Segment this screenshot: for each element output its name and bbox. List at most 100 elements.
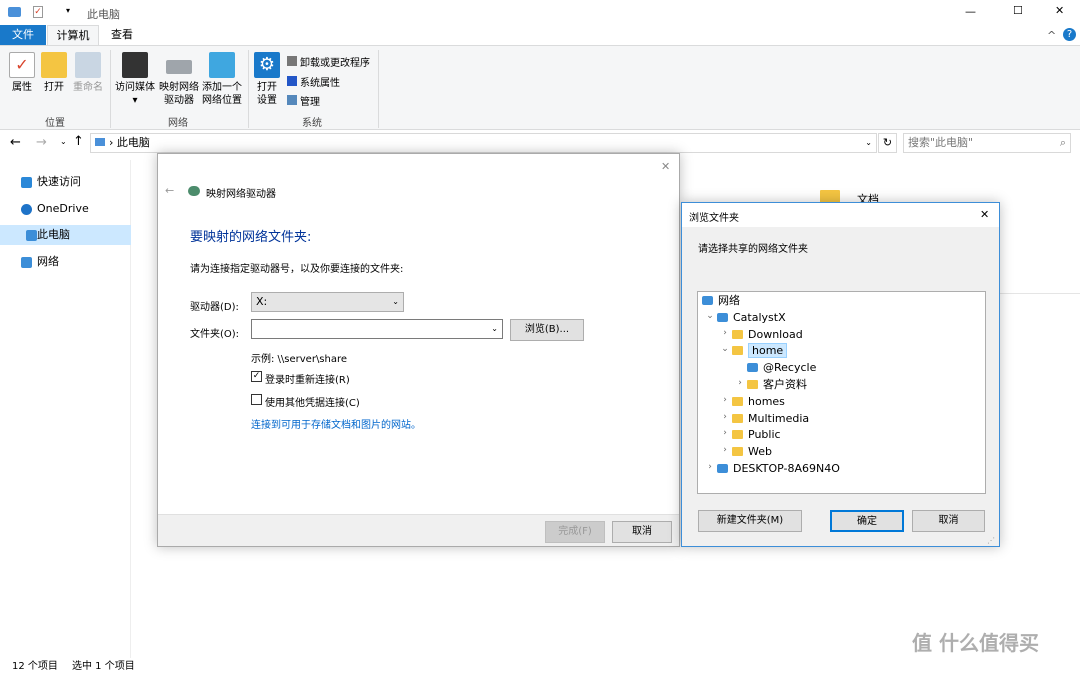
forward-button[interactable]: → bbox=[36, 135, 47, 150]
reconnect-checkbox[interactable]: ✓ bbox=[251, 371, 262, 382]
dialog-title: 映射网络驱动器 bbox=[206, 189, 276, 200]
other-credentials-label[interactable]: 使用其他凭据连接(C) bbox=[265, 394, 360, 409]
sidebar-item-this-pc[interactable]: 此电脑 bbox=[0, 225, 131, 245]
sidebar-item-network[interactable]: 网络 bbox=[0, 252, 131, 272]
chevron-down-icon[interactable]: ⌄ bbox=[705, 311, 715, 321]
dialog-close-button[interactable]: ✕ bbox=[661, 160, 670, 173]
chevron-right-icon[interactable]: › bbox=[720, 428, 730, 438]
ok-button[interactable]: 确定 bbox=[830, 510, 904, 532]
tree-node[interactable]: Multimedia bbox=[732, 411, 809, 427]
properties-icon: ✓ bbox=[9, 52, 35, 78]
browse-cancel-button[interactable]: 取消 bbox=[912, 510, 985, 532]
minimize-button[interactable]: — bbox=[965, 5, 976, 18]
divider bbox=[110, 50, 111, 128]
website-link[interactable]: 连接到可用于存储文档和图片的网站。 bbox=[251, 416, 421, 431]
chevron-down-icon: ⌄ bbox=[392, 297, 399, 306]
search-input[interactable]: 搜索"此电脑" ⌕ bbox=[903, 133, 1071, 153]
chevron-right-icon[interactable]: › bbox=[720, 412, 730, 422]
star-icon bbox=[21, 177, 32, 188]
new-folder-button[interactable]: 新建文件夹(M) bbox=[698, 510, 802, 532]
tab-view[interactable]: 查看 bbox=[100, 25, 144, 45]
folder-icon bbox=[732, 430, 743, 440]
divider bbox=[248, 50, 249, 128]
up-button[interactable]: ↑ bbox=[73, 134, 84, 149]
cancel-button[interactable]: 取消 bbox=[612, 521, 672, 543]
back-button[interactable]: ← bbox=[10, 135, 21, 150]
browse-title: 浏览文件夹 bbox=[689, 213, 739, 224]
browse-prompt: 请选择共享的网络文件夹 bbox=[698, 244, 808, 255]
folder-icon bbox=[732, 396, 743, 406]
divider bbox=[378, 50, 379, 128]
chevron-right-icon[interactable]: › bbox=[720, 395, 730, 405]
group-location: 位置 bbox=[45, 118, 65, 129]
folder-label: 文件夹(O): bbox=[190, 329, 240, 340]
item-count: 12 个项目 bbox=[12, 661, 58, 672]
map-network-drive-button[interactable]: 映射网络 驱动器 bbox=[158, 52, 200, 107]
recent-dropdown[interactable]: ⌄ bbox=[60, 137, 67, 146]
add-network-location-button[interactable]: 添加一个 网络位置 bbox=[200, 52, 244, 107]
drive-label: 驱动器(D): bbox=[190, 302, 239, 313]
browse-button[interactable]: 浏览(B)... bbox=[510, 319, 584, 341]
uninstall-program-button[interactable]: 卸载或更改程序 bbox=[287, 54, 370, 69]
computer-icon bbox=[95, 138, 105, 146]
tree-node[interactable]: 客户资料 bbox=[747, 377, 807, 393]
quick-access-dropdown-icon[interactable]: ▾ bbox=[66, 6, 70, 15]
maximize-button[interactable]: ☐ bbox=[1013, 4, 1023, 17]
chevron-right-icon[interactable]: › bbox=[720, 445, 730, 455]
ribbon: ✓ 属性 打开 重命名 位置 访问媒体 ▾ 映射网络 驱动器 添加一个 网络位置 网… bbox=[0, 45, 1080, 130]
open-button[interactable]: 打开 bbox=[40, 52, 68, 94]
tree-node[interactable]: CatalystX bbox=[717, 310, 786, 326]
tree-node[interactable]: Web bbox=[732, 444, 772, 460]
other-credentials-checkbox[interactable] bbox=[251, 394, 262, 405]
access-media-button[interactable]: 访问媒体 ▾ bbox=[113, 52, 157, 107]
dialog-heading: 要映射的网络文件夹: bbox=[190, 230, 312, 245]
network-icon bbox=[702, 296, 713, 305]
properties-quick-icon[interactable]: ✓ bbox=[33, 6, 43, 18]
folder-icon bbox=[732, 413, 743, 423]
tree-node[interactable]: homes bbox=[732, 394, 785, 410]
status-bar: 12 个项目 选中 1 个项目 值 什么值得买 bbox=[0, 633, 1080, 677]
watermark-logo: 值 什么值得买 bbox=[912, 631, 1039, 655]
folder-tree[interactable]: 网络 ⌄ CatalystX › Download ⌄ home @Recycle › 客户资料 ›… bbox=[697, 291, 986, 494]
drive-select[interactable]: X: ⌄ bbox=[251, 292, 404, 312]
network-icon bbox=[747, 363, 758, 373]
resize-grip[interactable]: ⋰ bbox=[987, 536, 995, 545]
folder-input[interactable]: ⌄ bbox=[251, 319, 503, 339]
instruction-text: 请为连接指定驱动器号，以及你要连接的文件夹: bbox=[190, 264, 404, 275]
folder-icon bbox=[732, 447, 743, 457]
tree-node[interactable]: Download bbox=[732, 327, 803, 343]
close-button[interactable]: ✕ bbox=[1055, 4, 1064, 17]
tree-node[interactable]: 网络 bbox=[702, 293, 740, 309]
selected-count: 选中 1 个项目 bbox=[72, 661, 135, 672]
properties-button[interactable]: ✓ 属性 bbox=[8, 52, 36, 94]
chevron-down-icon: ⌄ bbox=[491, 324, 498, 333]
refresh-button[interactable]: ↻ bbox=[878, 133, 897, 153]
help-icon[interactable]: ? bbox=[1063, 28, 1076, 41]
tree-node[interactable]: DESKTOP-8A69N4O bbox=[717, 461, 840, 477]
open-settings-button[interactable]: ⚙ 打开 设置 bbox=[253, 52, 281, 107]
programs-icon bbox=[287, 56, 297, 66]
tab-computer[interactable]: 计算机 bbox=[47, 25, 99, 45]
sidebar-item-quick-access[interactable]: 快速访问 bbox=[0, 172, 131, 192]
collapse-ribbon-icon[interactable]: ^ bbox=[1047, 29, 1056, 42]
tab-file[interactable]: 文件 bbox=[0, 25, 46, 45]
sidebar-item-onedrive[interactable]: OneDrive bbox=[0, 199, 131, 219]
map-network-drive-dialog: ✕ ← 映射网络驱动器 要映射的网络文件夹: 请为连接指定驱动器号，以及你要连接… bbox=[157, 153, 680, 547]
tree-node[interactable]: home bbox=[732, 343, 788, 359]
browse-close-button[interactable]: ✕ bbox=[980, 208, 989, 221]
system-properties-button[interactable]: 系统属性 bbox=[287, 74, 340, 89]
folder-icon bbox=[747, 380, 758, 389]
chevron-down-icon[interactable]: ⌄ bbox=[720, 344, 730, 354]
tree-node[interactable]: @Recycle bbox=[747, 360, 816, 376]
ribbon-tabs: 文件 计算机 查看 ^ ? bbox=[0, 25, 1080, 45]
search-icon: ⌕ bbox=[1059, 136, 1066, 149]
reconnect-label[interactable]: 登录时重新连接(R) bbox=[265, 371, 350, 386]
chevron-right-icon[interactable]: › bbox=[735, 378, 745, 388]
chevron-right-icon[interactable]: › bbox=[720, 328, 730, 338]
manage-button[interactable]: 管理 bbox=[287, 93, 320, 108]
tree-node[interactable]: Public bbox=[732, 427, 781, 443]
chevron-right-icon[interactable]: › bbox=[705, 462, 715, 472]
dialog-back-button[interactable]: ← bbox=[165, 184, 174, 197]
finish-button: 完成(F) bbox=[545, 521, 605, 543]
address-bar[interactable]: › 此电脑 ⌄ bbox=[90, 133, 877, 153]
